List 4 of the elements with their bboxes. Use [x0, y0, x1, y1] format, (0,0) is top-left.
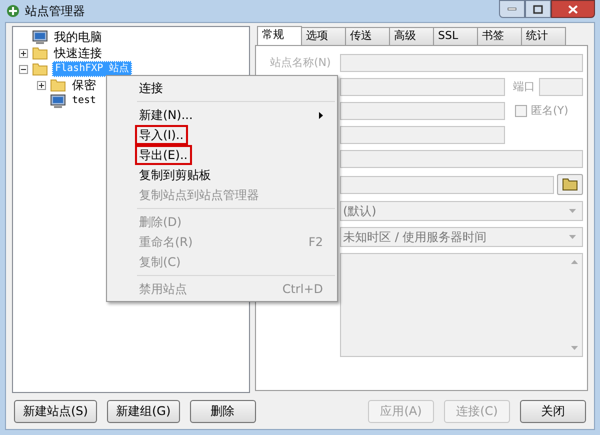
field-label: 站点名称(N)	[270, 54, 332, 71]
window-title: 站点管理器	[25, 3, 85, 20]
checkbox-label: 匿名(Y)	[531, 102, 568, 119]
port-label: 端口	[513, 78, 535, 95]
